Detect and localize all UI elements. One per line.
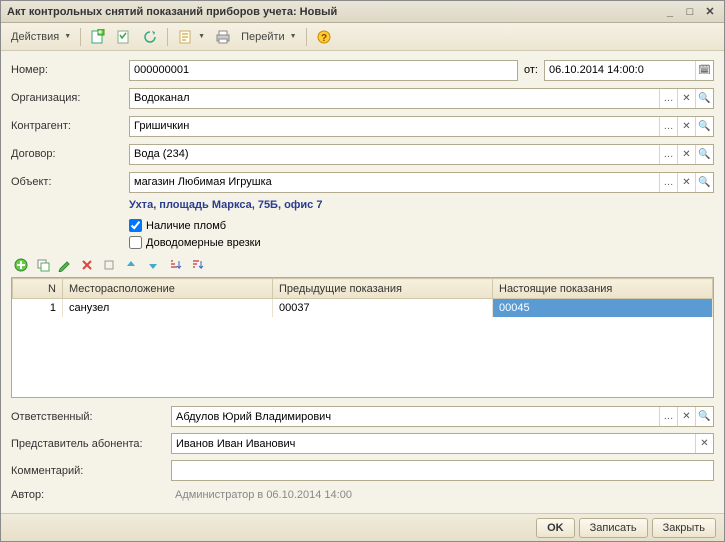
col-location[interactable]: Месторасположение xyxy=(63,279,273,299)
illegal-label: Доводомерные врезки xyxy=(146,237,261,249)
select-button[interactable]: … xyxy=(659,145,677,164)
search-icon: 🔍 xyxy=(698,149,710,160)
toolbar: Действия ▼ ▼ Перейти ▼ ? xyxy=(1,23,724,51)
org-input[interactable] xyxy=(130,92,659,104)
post-icon xyxy=(116,29,132,45)
chevron-down-icon: ▼ xyxy=(198,33,205,40)
actions-menu[interactable]: Действия ▼ xyxy=(7,26,75,48)
seal-label: Наличие пломб xyxy=(146,220,226,232)
date-input[interactable] xyxy=(545,64,695,76)
cell-prev[interactable]: 00037 xyxy=(273,299,493,317)
clear-button[interactable]: ✕ xyxy=(695,434,713,453)
calendar-button[interactable]: 🗓 xyxy=(695,61,713,80)
calendar-icon: 🗓 xyxy=(698,65,711,76)
from-label: от: xyxy=(524,64,538,76)
save-button[interactable]: Записать xyxy=(579,518,648,538)
grid-toolbar xyxy=(11,253,714,277)
ok-button[interactable]: OK xyxy=(536,518,575,538)
contract-input[interactable] xyxy=(130,148,659,160)
clear-button[interactable]: ✕ xyxy=(677,89,695,108)
responsible-input[interactable] xyxy=(172,411,659,423)
illegal-checkbox[interactable] xyxy=(129,236,142,249)
representative-input[interactable] xyxy=(172,438,695,450)
select-button[interactable]: … xyxy=(659,89,677,108)
comment-label: Комментарий: xyxy=(11,465,171,477)
print-icon xyxy=(215,29,231,45)
svg-text:?: ? xyxy=(321,33,327,44)
cell-location[interactable]: санузел xyxy=(63,299,273,317)
clear-button[interactable]: ✕ xyxy=(677,117,695,136)
object-label: Объект: xyxy=(11,176,129,188)
report-icon xyxy=(177,29,193,45)
window-title: Акт контрольных снятий показаний приборо… xyxy=(7,6,662,18)
footer: OK Записать Закрыть xyxy=(1,513,724,541)
number-label: Номер: xyxy=(11,64,129,76)
search-icon: 🔍 xyxy=(698,177,710,188)
clear-button[interactable]: ✕ xyxy=(677,173,695,192)
close-button[interactable]: ✕ xyxy=(702,5,718,19)
select-button[interactable]: … xyxy=(659,117,677,136)
delete-row-button[interactable] xyxy=(79,257,95,273)
clear-button[interactable]: ✕ xyxy=(677,407,695,426)
refresh-icon xyxy=(142,29,158,45)
number-input[interactable] xyxy=(129,60,518,81)
maximize-button[interactable]: □ xyxy=(682,5,698,19)
search-icon: 🔍 xyxy=(698,93,710,104)
close-form-button[interactable]: Закрыть xyxy=(652,518,716,538)
help-icon: ? xyxy=(316,29,332,45)
select-button[interactable]: … xyxy=(659,407,677,426)
col-curr[interactable]: Настоящие показания xyxy=(493,279,713,299)
col-prev[interactable]: Предыдущие показания xyxy=(273,279,493,299)
search-button[interactable]: 🔍 xyxy=(695,117,713,136)
contractor-input[interactable] xyxy=(130,120,659,132)
col-n[interactable]: N xyxy=(13,279,63,299)
contractor-label: Контрагент: xyxy=(11,120,129,132)
select-button[interactable]: … xyxy=(659,173,677,192)
chevron-down-icon: ▼ xyxy=(64,33,71,40)
post-button[interactable] xyxy=(112,26,136,48)
sort-desc-button[interactable] xyxy=(189,257,205,273)
minimize-button[interactable]: _ xyxy=(662,5,678,19)
report-button[interactable]: ▼ xyxy=(173,26,209,48)
cell-curr[interactable]: 00045 xyxy=(493,299,713,317)
goto-menu[interactable]: Перейти ▼ xyxy=(237,26,301,48)
address-text: Ухта, площадь Маркса, 75Б, офис 7 xyxy=(129,199,714,211)
copy-row-button[interactable] xyxy=(35,257,51,273)
move-top-button[interactable] xyxy=(101,257,117,273)
add-row-button[interactable] xyxy=(13,257,29,273)
representative-label: Представитель абонента: xyxy=(11,438,171,450)
add-doc-button[interactable] xyxy=(86,26,110,48)
help-button[interactable]: ? xyxy=(312,26,336,48)
search-icon: 🔍 xyxy=(698,121,710,132)
org-label: Организация: xyxy=(11,92,129,104)
table-row[interactable]: 1 санузел 00037 00045 xyxy=(13,299,713,317)
comment-input[interactable] xyxy=(171,460,714,481)
search-button[interactable]: 🔍 xyxy=(695,173,713,192)
responsible-label: Ответственный: xyxy=(11,411,171,423)
search-icon: 🔍 xyxy=(698,411,710,422)
titlebar: Акт контрольных снятий показаний приборо… xyxy=(1,1,724,23)
object-input[interactable] xyxy=(130,176,659,188)
seal-checkbox[interactable] xyxy=(129,219,142,232)
contract-label: Договор: xyxy=(11,148,129,160)
clear-button[interactable]: ✕ xyxy=(677,145,695,164)
print-button[interactable] xyxy=(211,26,235,48)
refresh-button[interactable] xyxy=(138,26,162,48)
move-up-button[interactable] xyxy=(123,257,139,273)
edit-row-button[interactable] xyxy=(57,257,73,273)
sort-asc-button[interactable] xyxy=(167,257,183,273)
search-button[interactable]: 🔍 xyxy=(695,407,713,426)
actions-label: Действия xyxy=(11,31,59,43)
grid: N Месторасположение Предыдущие показания… xyxy=(11,277,714,398)
goto-label: Перейти xyxy=(241,31,285,43)
cell-n[interactable]: 1 xyxy=(13,299,63,317)
search-button[interactable]: 🔍 xyxy=(695,89,713,108)
doc-plus-icon xyxy=(90,29,106,45)
move-down-button[interactable] xyxy=(145,257,161,273)
author-text: Администратор в 06.10.2014 14:00 xyxy=(171,487,356,503)
chevron-down-icon: ▼ xyxy=(290,33,297,40)
author-label: Автор: xyxy=(11,489,171,501)
search-button[interactable]: 🔍 xyxy=(695,145,713,164)
